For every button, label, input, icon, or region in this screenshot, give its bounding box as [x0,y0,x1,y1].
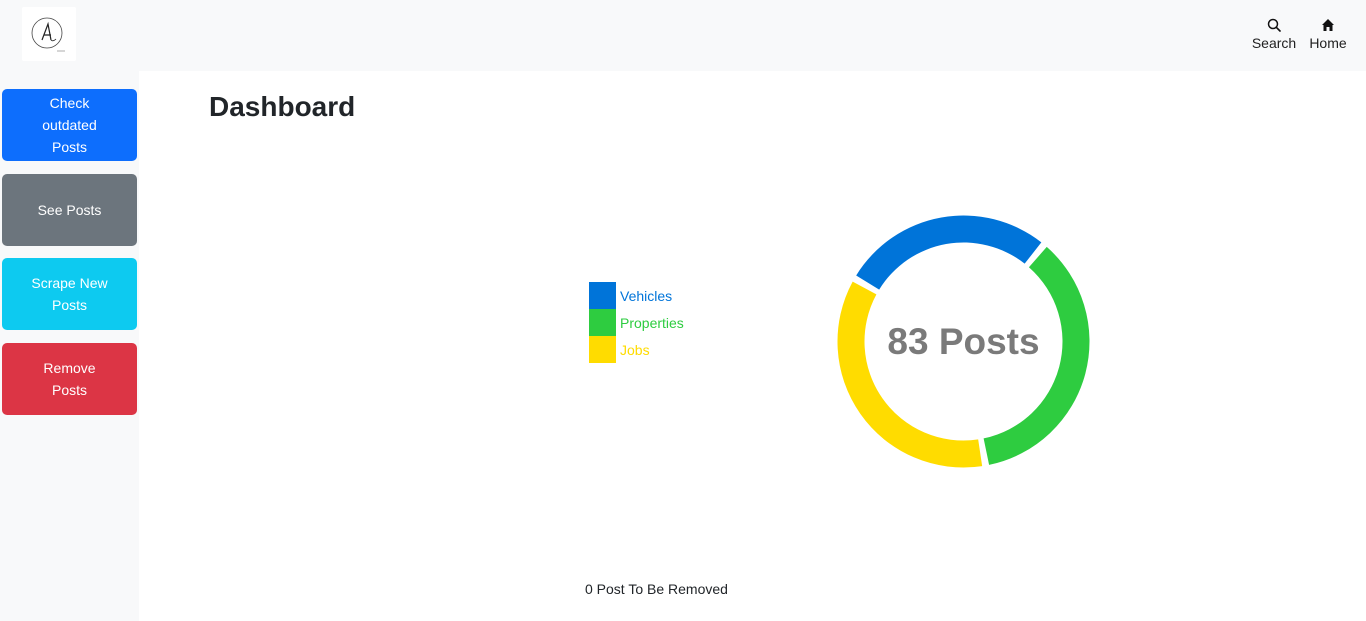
search-icon [1267,18,1281,32]
page-title: Dashboard [209,91,356,122]
nav-search-link[interactable]: Search [1252,18,1296,51]
remove-posts-button[interactable]: Remove Posts [2,343,137,415]
legend-swatch-jobs [589,336,616,363]
donut-slice-vehicles[interactable] [856,215,1042,290]
legend-item-vehicles[interactable]: Vehicles [589,282,684,309]
legend-label-properties: Properties [620,314,684,331]
posts-donut-chart [837,215,1090,468]
legend-item-jobs[interactable]: Jobs [589,336,684,363]
see-posts-button[interactable]: See Posts [2,174,137,246]
legend-item-properties[interactable]: Properties [589,309,684,336]
top-navbar: Search Home [0,0,1366,71]
nav-search-label: Search [1251,35,1297,51]
brand-logo[interactable] [22,7,76,61]
legend-label-vehicles: Vehicles [620,287,673,304]
donut-slice-jobs[interactable] [837,281,983,468]
main-content: Dashboard Vehicles Properties Jobs 83 Po… [139,71,1366,621]
posts-to-remove-note: 0 Post To Be Removed [585,581,728,597]
home-icon [1322,19,1334,31]
scrape-new-posts-button[interactable]: Scrape New Posts [2,258,137,330]
check-outdated-posts-button[interactable]: Check outdated Posts [2,89,137,161]
legend-swatch-vehicles [589,282,616,309]
chart-legend: Vehicles Properties Jobs [589,282,684,363]
donut-slice-properties[interactable] [983,246,1090,465]
nav-home-link[interactable]: Home [1307,18,1349,51]
legend-swatch-properties [589,309,616,336]
sidebar: Check outdated Posts See Posts Scrape Ne… [0,71,139,621]
nav-home-label: Home [1309,35,1347,51]
legend-label-jobs: Jobs [620,341,650,358]
